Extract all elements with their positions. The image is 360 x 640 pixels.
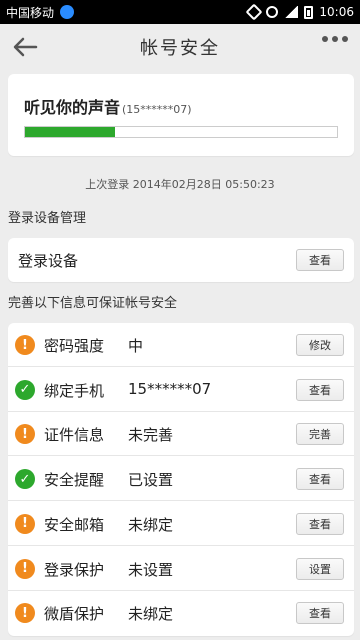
warning-icon: ! [15,513,35,534]
list-item[interactable]: ! 微盾保护 未绑定 查看 [8,591,354,635]
list-item[interactable]: ! 密码强度 中 修改 [8,323,354,367]
list-item[interactable]: ✓ 安全提醒 已设置 查看 [8,457,354,502]
row-action-button[interactable]: 修改 [296,334,344,356]
warning-icon: ! [15,335,35,355]
row-value: 未完善 [128,426,174,445]
security-list: ! 密码强度 中 修改 ✓ 绑定手机 15******07 查看! 证件信息 未完善 完善 ✓ 安全提醒… [8,323,354,636]
row-name: 微盾保护 [44,605,105,624]
row-action-button[interactable]: 查看 [296,468,344,491]
row-name: 证件信息 [44,426,105,445]
check-icon: ✓ [15,379,35,400]
row-value: 未绑定 [128,515,174,534]
login-device-card: 登录设备 查看 [8,238,354,282]
row-action-button[interactable]: 查看 [296,512,344,535]
list-item[interactable]: ! 安全邮箱 未绑定 查看 [8,502,354,546]
qq-icon [60,5,75,19]
signal-icon [284,6,299,18]
voice-title: 听见你的声音 (15******07) [24,94,192,118]
row-action-button[interactable]: 完善 [296,423,344,446]
row-name: 安全提醒 [44,471,105,490]
back-button[interactable] [10,32,40,62]
row-action-button[interactable]: 查看 [296,378,344,401]
voice-title-text: 听见你的声音 [24,98,121,117]
battery-icon [304,5,314,19]
row-value: 中 [128,337,144,355]
more-dot-icon [322,36,328,42]
check-icon: ✓ [15,469,35,490]
security-section-title: 完善以下信息可保证帐号安全 [8,296,178,311]
login-device-label: 登录设备 [18,252,79,270]
view-devices-button[interactable]: 查看 [296,249,344,271]
voice-card[interactable]: 听见你的声音 (15******07) [8,74,354,156]
row-name: 绑定手机 [44,381,105,400]
voice-phone: (15******07) [122,103,192,116]
more-menu-button[interactable] [322,36,348,42]
clock: 10:06 [319,5,354,19]
list-item[interactable]: ✓ 绑定手机 15******07 查看 [8,368,354,412]
device-section-title: 登录设备管理 [8,211,87,226]
list-item[interactable]: ! 登录保护 未设置 设置 [8,547,354,591]
app-header: 帐号安全 [0,24,360,70]
row-name: 安全邮箱 [44,515,105,534]
warning-icon: ! [15,603,35,624]
back-arrow-icon [13,37,38,57]
warning-icon: ! [15,424,35,445]
carrier-label: 中国移动 [6,5,55,20]
row-action-button[interactable]: 查看 [296,602,344,625]
mute-icon [245,3,263,21]
warning-icon: ! [15,558,35,579]
row-action-button[interactable]: 设置 [296,557,344,580]
page-title: 帐号安全 [140,38,220,59]
status-bar: 中国移动 10:06 [0,0,360,24]
row-name: 登录保护 [44,560,105,579]
alarm-icon [266,6,279,18]
progress-fill [25,127,116,137]
security-progress-bar [24,126,338,138]
row-value: 未绑定 [128,605,174,624]
more-dot-icon [342,36,348,42]
last-login-time: 上次登录 2014年02月28日 05:50:23 [85,178,275,191]
list-item[interactable]: ! 证件信息 未完善 完善 [8,412,354,457]
row-name: 密码强度 [44,337,105,355]
more-dot-icon [332,36,338,42]
row-value: 未设置 [128,560,174,579]
row-value: 15******07 [128,379,212,398]
row-value: 已设置 [128,471,174,490]
